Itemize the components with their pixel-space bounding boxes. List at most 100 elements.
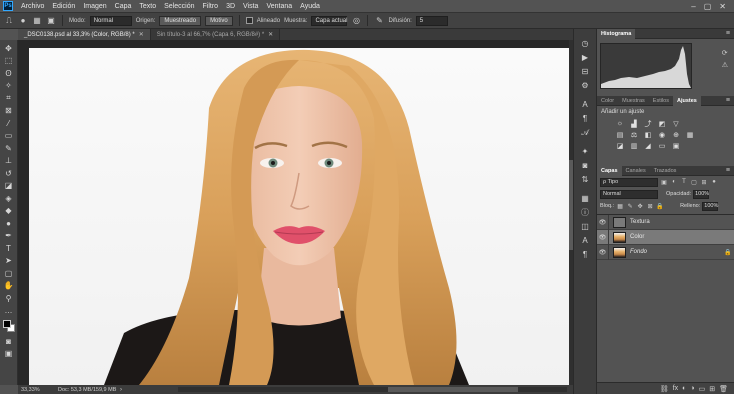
paint-bucket-tool-icon[interactable]: ◈ [2, 192, 16, 204]
black-white-icon[interactable]: ◧ [643, 130, 653, 139]
path-selection-tool-icon[interactable]: ➤ [2, 255, 16, 267]
tab-color[interactable]: Color [597, 96, 618, 106]
clone-source-icon[interactable]: ▣ [46, 16, 56, 26]
new-layer-icon[interactable]: ⊞ [709, 385, 715, 393]
layer-filter-select[interactable]: ρ Tipo [600, 177, 658, 187]
healing-brush-tool-icon[interactable]: ▭ [2, 130, 16, 142]
pressure-icon[interactable]: ✎ [374, 16, 384, 26]
color-icon[interactable]: ▦ [577, 192, 593, 205]
tab-adjustments[interactable]: Ajustes [672, 95, 701, 106]
mode-select[interactable]: Normal [89, 15, 132, 26]
blur-tool-icon[interactable]: ◆ [2, 205, 16, 217]
history-icon[interactable]: ◷ [577, 37, 593, 50]
status-arrow-icon[interactable]: › [120, 387, 122, 393]
menu-capa[interactable]: Capa [111, 3, 136, 10]
eraser-tool-icon[interactable]: ◪ [2, 180, 16, 192]
menu-edicion[interactable]: Edición [48, 3, 79, 10]
crop-tool-icon[interactable]: ⌗ [2, 92, 16, 104]
levels-icon[interactable]: ▟ [629, 119, 639, 128]
lasso-tool-icon[interactable]: ʘ [2, 67, 16, 79]
sampled-button[interactable]: Muestreado [159, 15, 202, 26]
close-tab-icon[interactable]: ✕ [139, 31, 144, 38]
layer-row-textura[interactable]: 👁 Textura [597, 214, 734, 230]
tab-layers[interactable]: Capas [597, 165, 622, 176]
brush-tool-icon[interactable]: ✎ [2, 142, 16, 154]
selective-color-icon[interactable]: ▣ [671, 141, 681, 150]
filter-type-icon[interactable]: T [680, 178, 688, 186]
exposure-icon[interactable]: ◩ [657, 119, 667, 128]
document-canvas[interactable] [29, 48, 569, 385]
horizontal-scroll-thumb[interactable] [388, 387, 518, 392]
character-styles-icon[interactable]: A [577, 234, 593, 247]
color-balance-icon[interactable]: ⚖ [629, 130, 639, 139]
curves-icon[interactable]: ⤴ [643, 119, 653, 128]
vibrance-icon[interactable]: ▽ [671, 119, 681, 128]
lock-pixels-icon[interactable]: ✎ [626, 202, 634, 210]
clone-source-icon[interactable]: ⇅ [577, 173, 593, 186]
glyphs-icon[interactable]: 𝒜 [577, 126, 593, 139]
add-mask-icon[interactable]: ◐ [682, 385, 686, 392]
panel-menu-icon[interactable]: ≡ [726, 97, 734, 104]
new-group-icon[interactable]: ▭ [699, 385, 706, 393]
clone-stamp-tool-icon[interactable]: ⊥ [2, 155, 16, 167]
history-brush-tool-icon[interactable]: ↺ [2, 167, 16, 179]
menu-ayuda[interactable]: Ayuda [296, 3, 324, 10]
menu-vista[interactable]: Vista [239, 3, 262, 10]
brush-settings-icon[interactable]: ◙ [577, 159, 593, 172]
filter-pixel-icon[interactable]: ▣ [660, 178, 668, 186]
filter-shape-icon[interactable]: ▢ [690, 178, 698, 186]
close-button[interactable]: ✕ [719, 2, 726, 11]
move-tool-icon[interactable]: ✥ [2, 42, 16, 54]
tab-swatches[interactable]: Muestras [618, 96, 649, 106]
fill-input[interactable]: 100% [702, 201, 718, 211]
lock-transparent-icon[interactable]: ▦ [616, 202, 624, 210]
paragraph-icon[interactable]: ¶ [577, 112, 593, 125]
document-tab-active[interactable]: _DSC0138.psd al 33,3% (Color, RGB/8) * ✕ [18, 29, 151, 40]
layer-style-icon[interactable]: fx [673, 385, 678, 392]
hue-saturation-icon[interactable]: ▤ [615, 130, 625, 139]
photo-filter-icon[interactable]: ◉ [657, 130, 667, 139]
marquee-tool-icon[interactable]: ⬚ [2, 55, 16, 67]
foreground-color-swatch[interactable] [2, 320, 11, 328]
panel-menu-icon[interactable]: ≡ [726, 30, 734, 37]
visibility-eye-icon[interactable]: 👁 [597, 214, 609, 230]
brightness-contrast-icon[interactable]: ☼ [615, 119, 625, 128]
navigator-icon[interactable]: ◫ [577, 220, 593, 233]
color-lookup-icon[interactable]: ▦ [685, 130, 695, 139]
actions-icon[interactable]: ▶ [577, 51, 593, 64]
dodge-tool-icon[interactable]: ● [2, 217, 16, 229]
menu-archivo[interactable]: Archivo [17, 3, 48, 10]
refresh-icon[interactable]: ⟳ [722, 49, 728, 57]
menu-seleccion[interactable]: Selección [160, 3, 198, 10]
menu-3d[interactable]: 3D [222, 3, 239, 10]
menu-ventana[interactable]: Ventana [262, 3, 296, 10]
aligned-checkbox[interactable] [245, 17, 253, 24]
channel-mixer-icon[interactable]: ⊕ [671, 130, 681, 139]
lock-artboard-icon[interactable]: ⊠ [646, 202, 654, 210]
quick-selection-tool-icon[interactable]: ✧ [2, 80, 16, 92]
document-tab[interactable]: Sin título-3 al 66,7% (Capa 6, RGB/8#) *… [150, 29, 281, 40]
menu-filtro[interactable]: Filtro [199, 3, 223, 10]
more-tools-icon[interactable]: … [2, 305, 16, 317]
color-swatches[interactable] [2, 319, 16, 333]
zoom-level[interactable]: 33,33% [18, 387, 58, 393]
gradient-map-icon[interactable]: ▭ [657, 141, 667, 150]
menu-imagen[interactable]: Imagen [79, 3, 110, 10]
eyedropper-tool-icon[interactable]: ⁄ [2, 117, 16, 129]
minimize-button[interactable]: – [691, 2, 695, 11]
filter-smart-object-icon[interactable]: ⊞ [700, 178, 708, 186]
threshold-icon[interactable]: ◢ [643, 141, 653, 150]
brush-settings-icon[interactable]: ▦ [32, 16, 42, 26]
close-tab-icon[interactable]: ✕ [268, 31, 273, 38]
visibility-eye-icon[interactable]: 👁 [597, 244, 609, 260]
tab-histogram[interactable]: Histograma [597, 28, 636, 39]
ignore-adjustment-layers-icon[interactable]: ◎ [351, 16, 361, 26]
paragraph-styles-icon[interactable]: ¶ [577, 248, 593, 261]
visibility-eye-icon[interactable]: 👁 [597, 229, 609, 245]
new-adjustment-layer-icon[interactable]: ◑ [690, 385, 694, 392]
shape-tool-icon[interactable]: ▢ [2, 267, 16, 279]
posterize-icon[interactable]: ▥ [629, 141, 639, 150]
frame-tool-icon[interactable]: ⊠ [2, 105, 16, 117]
properties-icon[interactable]: ⊟ [577, 65, 593, 78]
lock-position-icon[interactable]: ✥ [636, 202, 644, 210]
